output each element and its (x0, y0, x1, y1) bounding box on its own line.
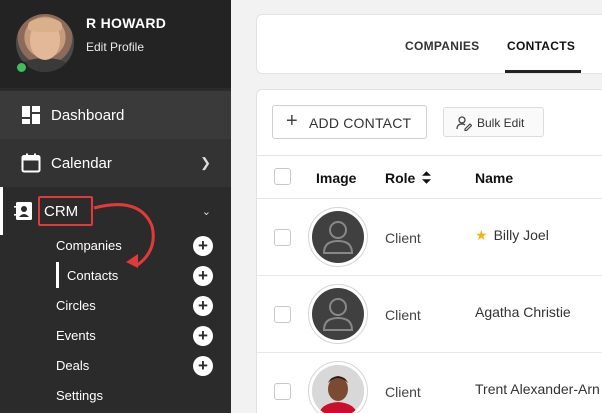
dashboard-icon (22, 106, 40, 124)
nav-label-dashboard: Dashboard (51, 106, 125, 124)
select-all-checkbox[interactable] (274, 168, 291, 185)
contact-role: Client (385, 384, 421, 400)
row-checkbox[interactable] (274, 383, 291, 400)
contact-name[interactable]: Trent Alexander-Arn (475, 381, 600, 397)
contact-photo (312, 365, 364, 413)
add-circle-button[interactable]: + (193, 296, 213, 316)
add-contact-sidebar-button[interactable]: + (193, 266, 213, 286)
star-icon[interactable]: ★ (475, 227, 488, 243)
active-indicator (56, 262, 59, 288)
calendar-icon (21, 153, 41, 173)
sidebar-item-deals[interactable]: Deals (56, 358, 89, 373)
contact-name-text: Billy Joel (493, 227, 549, 243)
chevron-right-icon: ❯ (200, 155, 211, 170)
profile-panel: R HOWARD Edit Profile (0, 0, 231, 88)
nav-item-calendar[interactable]: Calendar ❯ (0, 139, 231, 187)
add-deal-button[interactable]: + (193, 356, 213, 376)
add-event-button[interactable]: + (193, 326, 213, 346)
contact-name[interactable]: ★ Billy Joel (475, 227, 549, 244)
row-checkbox[interactable] (274, 229, 291, 246)
tab-contacts[interactable]: CONTACTS (507, 39, 575, 53)
column-header-image: Image (316, 170, 357, 186)
bulk-edit-button[interactable]: Bulk Edit (443, 107, 544, 137)
bulk-edit-label: Bulk Edit (477, 116, 525, 130)
column-header-role[interactable]: Role (385, 170, 432, 186)
profile-name: R HOWARD (86, 15, 167, 31)
sidebar-item-circles[interactable]: Circles (56, 298, 96, 313)
row-checkbox[interactable] (274, 306, 291, 323)
table-row[interactable]: Client Agatha Christie (257, 276, 602, 353)
person-placeholder-icon (322, 221, 354, 254)
table-row[interactable]: Client Trent Alexander-Arn (257, 353, 602, 413)
plus-icon: + (286, 110, 298, 132)
contact-role: Client (385, 230, 421, 246)
chevron-down-icon: ⌄ (201, 205, 211, 218)
annotation-arrow (93, 203, 155, 268)
contact-image[interactable] (308, 207, 368, 267)
contact-role: Client (385, 307, 421, 323)
online-status-icon (15, 61, 28, 74)
contacts-card: + ADD CONTACT Bulk Edit Image Role Name (256, 89, 602, 413)
nav-label-calendar: Calendar (51, 154, 112, 172)
add-contact-button[interactable]: + ADD CONTACT (272, 105, 427, 139)
sidebar-item-events[interactable]: Events (56, 328, 96, 343)
sidebar-item-settings[interactable]: Settings (56, 388, 103, 403)
add-company-button[interactable]: + (193, 236, 213, 256)
bulk-edit-icon (456, 116, 472, 131)
sidebar: R HOWARD Edit Profile Dashboard Calendar… (0, 0, 231, 413)
nav-item-dashboard[interactable]: Dashboard (0, 91, 231, 139)
sidebar-item-contacts[interactable]: Contacts (67, 268, 118, 283)
sort-icon[interactable] (422, 171, 432, 184)
active-tab-underline (505, 70, 581, 73)
add-contact-label: ADD CONTACT (309, 115, 412, 131)
tabs-card: COMPANIES CONTACTS (256, 14, 602, 74)
table-row[interactable]: Client ★ Billy Joel (257, 199, 602, 276)
table-header: Image Role Name (257, 155, 602, 199)
column-header-name: Name (475, 170, 514, 186)
contact-name[interactable]: Agatha Christie (475, 304, 571, 320)
main-content: COMPANIES CONTACTS + ADD CONTACT Bulk Ed… (231, 0, 602, 413)
contact-image[interactable] (308, 284, 368, 344)
sidebar-item-companies[interactable]: Companies (56, 238, 122, 253)
contact-image[interactable] (308, 361, 368, 413)
tab-companies[interactable]: COMPANIES (405, 39, 479, 53)
edit-profile-link[interactable]: Edit Profile (86, 40, 144, 54)
person-placeholder-icon (322, 298, 354, 331)
column-header-role-label: Role (385, 170, 416, 186)
crm-contact-icon (14, 202, 32, 220)
